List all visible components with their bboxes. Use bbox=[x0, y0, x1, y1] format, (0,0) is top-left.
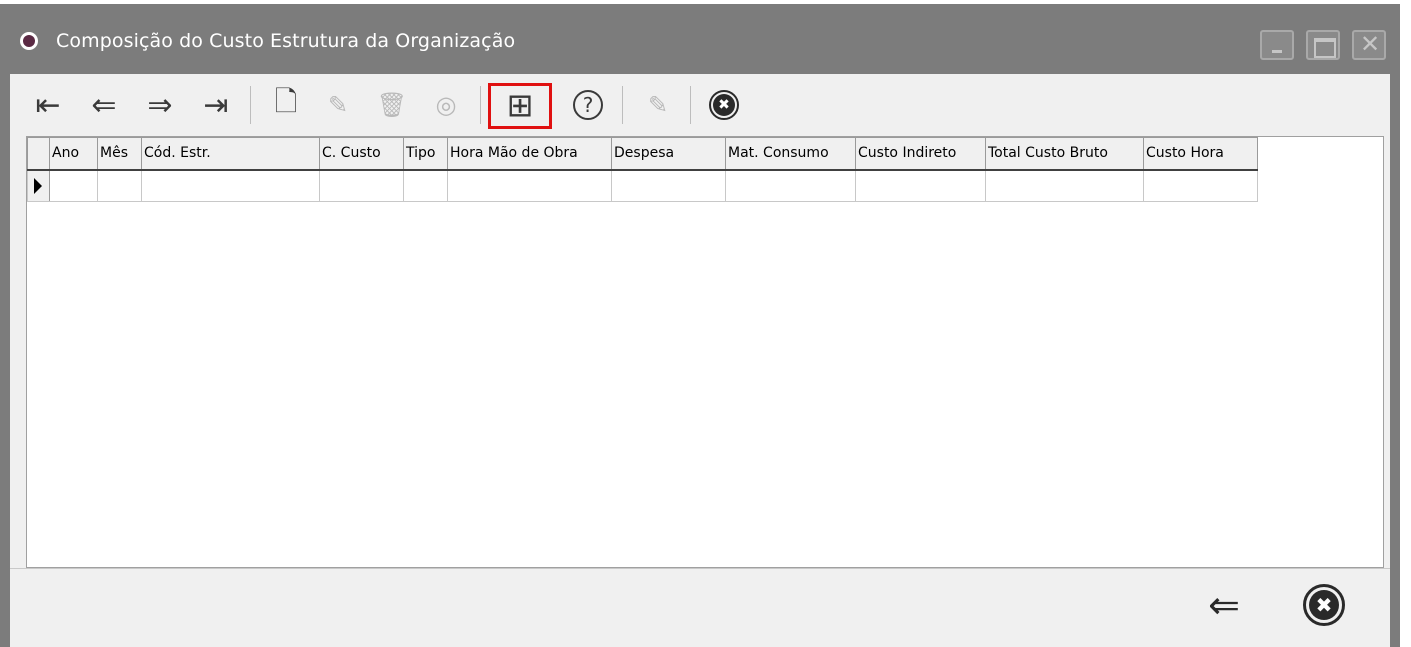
current-row-indicator bbox=[27, 169, 50, 202]
toolbar-separator bbox=[480, 86, 481, 124]
column-header[interactable]: Despesa bbox=[611, 137, 726, 171]
column-header[interactable]: C. Custo bbox=[319, 137, 404, 171]
table-cell[interactable] bbox=[855, 169, 986, 202]
first-record-icon: ⇤ bbox=[35, 87, 61, 123]
close-circle-icon: ✖ bbox=[709, 90, 739, 120]
window-title: Composição do Custo Estrutura da Organiz… bbox=[56, 30, 516, 52]
toolbar-separator bbox=[622, 86, 623, 124]
cf-logo-icon bbox=[20, 32, 38, 50]
table-cell[interactable] bbox=[985, 169, 1144, 202]
column-header[interactable]: Custo Indireto bbox=[855, 137, 986, 171]
row-indicator-header bbox=[27, 137, 50, 171]
new-document-icon: 🗋 bbox=[274, 85, 298, 118]
back-arrow-icon: ⇐ bbox=[1208, 583, 1240, 627]
close-circle-icon: ✖ bbox=[1303, 584, 1345, 626]
maximize-button[interactable] bbox=[1306, 30, 1340, 60]
close-form-button[interactable]: ✖ bbox=[702, 84, 746, 126]
table-cell[interactable] bbox=[97, 169, 142, 202]
column-header[interactable]: Ano bbox=[49, 137, 98, 171]
table-row[interactable] bbox=[27, 169, 1258, 202]
last-record-button[interactable]: ⇥ bbox=[194, 84, 238, 126]
column-header[interactable]: Mês bbox=[97, 137, 142, 171]
toolbar-separator bbox=[690, 86, 691, 124]
column-header[interactable]: Cód. Estr. bbox=[141, 137, 320, 171]
table-cell[interactable] bbox=[141, 169, 320, 202]
column-header[interactable]: Tipo bbox=[403, 137, 448, 171]
minimize-button[interactable] bbox=[1260, 30, 1294, 60]
trash-icon: 🗑 bbox=[376, 91, 408, 119]
data-grid[interactable]: Ano Mês Cód. Estr. C. Custo Tipo Hora Mã… bbox=[26, 136, 1384, 568]
highlight-box bbox=[488, 83, 552, 129]
grid-header-row: Ano Mês Cód. Estr. C. Custo Tipo Hora Mã… bbox=[27, 137, 1258, 171]
table-cell[interactable] bbox=[49, 169, 98, 202]
table-cell[interactable] bbox=[403, 169, 448, 202]
toolbar: ⇤ ⇐ ⇒ ⇥ 🗋 ✎ 🗑 ◎ ⊞ ? ✎ ✖ bbox=[10, 74, 1390, 136]
delete-record-button[interactable]: 🗑 bbox=[370, 84, 414, 126]
eye-icon: ◎ bbox=[435, 91, 457, 119]
help-icon: ? bbox=[573, 90, 603, 120]
column-header[interactable]: Hora Mão de Obra bbox=[447, 137, 612, 171]
last-record-icon: ⇥ bbox=[203, 87, 229, 123]
previous-record-button[interactable]: ⇐ bbox=[82, 84, 126, 126]
edit-icon: ✎ bbox=[327, 91, 349, 119]
client-area: ⇤ ⇐ ⇒ ⇥ 🗋 ✎ 🗑 ◎ ⊞ ? ✎ ✖ Ano Mês Cód. Est… bbox=[10, 74, 1390, 647]
new-record-button[interactable]: 🗋 bbox=[264, 84, 308, 126]
first-record-button[interactable]: ⇤ bbox=[26, 84, 70, 126]
table-cell[interactable] bbox=[1143, 169, 1258, 202]
row-pointer-icon bbox=[34, 177, 42, 194]
app-window: Composição do Custo Estrutura da Organiz… bbox=[0, 4, 1400, 647]
title-bar[interactable]: Composição do Custo Estrutura da Organiz… bbox=[0, 4, 1400, 74]
view-record-button[interactable]: ◎ bbox=[424, 84, 468, 126]
previous-record-icon: ⇐ bbox=[91, 87, 117, 123]
annotate-icon: ✎ bbox=[647, 91, 669, 119]
annotate-button[interactable]: ✎ bbox=[636, 84, 680, 126]
table-cell[interactable] bbox=[447, 169, 612, 202]
column-header[interactable]: Total Custo Bruto bbox=[985, 137, 1144, 171]
footer-bar: ⇐ ✖ bbox=[10, 568, 1390, 647]
help-button[interactable]: ? bbox=[566, 84, 610, 126]
close-icon: ✕ bbox=[1360, 30, 1381, 58]
table-cell[interactable] bbox=[319, 169, 404, 202]
column-header[interactable]: Custo Hora bbox=[1143, 137, 1258, 171]
next-record-button[interactable]: ⇒ bbox=[138, 84, 182, 126]
footer-close-button[interactable]: ✖ bbox=[1296, 583, 1352, 627]
back-button[interactable]: ⇐ bbox=[1196, 583, 1252, 627]
table-cell[interactable] bbox=[725, 169, 856, 202]
edit-record-button[interactable]: ✎ bbox=[316, 84, 360, 126]
close-window-button[interactable]: ✕ bbox=[1352, 30, 1386, 60]
column-header[interactable]: Mat. Consumo bbox=[725, 137, 856, 171]
table-cell[interactable] bbox=[611, 169, 726, 202]
toolbar-separator bbox=[250, 86, 251, 124]
next-record-icon: ⇒ bbox=[147, 87, 173, 123]
grid-table: Ano Mês Cód. Estr. C. Custo Tipo Hora Mã… bbox=[27, 137, 1258, 202]
